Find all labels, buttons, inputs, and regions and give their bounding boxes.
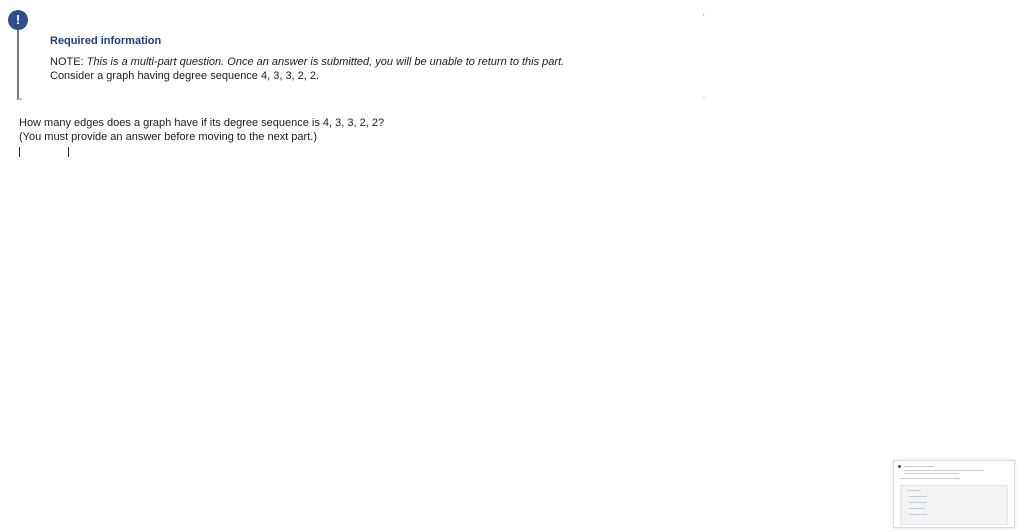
required-info-title: Required information (50, 35, 162, 47)
thumbnail-line (909, 508, 925, 509)
instruction-text: (You must provide an answer before movin… (19, 131, 317, 143)
note-text: NOTE: This is a multi-part question. Onc… (50, 56, 564, 68)
page-thumbnail[interactable] (893, 460, 1015, 528)
corner-bottom-icon: ‵ (703, 96, 705, 105)
note-body: This is a multi-part question. Once an a… (86, 56, 565, 68)
thumbnail-line (909, 502, 927, 503)
info-divider (17, 30, 19, 100)
corner-top-icon: ′ (703, 13, 705, 22)
thumbnail-line (900, 478, 960, 479)
thumbnail-panel (900, 485, 1008, 525)
thumbnail-line (904, 466, 934, 467)
thumbnail-alert-icon (898, 465, 901, 468)
context-text: Consider a graph having degree sequence … (50, 70, 320, 82)
info-divider-end (18, 98, 22, 100)
answer-input[interactable] (19, 147, 69, 157)
question-text: How many edges does a graph have if its … (19, 117, 385, 129)
thumbnail-line (907, 490, 921, 491)
thumbnail-line (904, 470, 984, 471)
thumbnail-line (909, 496, 927, 497)
thumbnail-line (904, 473, 959, 474)
thumbnail-line (909, 514, 927, 515)
page: ! ′ ‵ Required information NOTE: This is… (0, 0, 1024, 532)
alert-icon: ! (8, 10, 28, 30)
note-prefix: NOTE: (50, 56, 87, 68)
